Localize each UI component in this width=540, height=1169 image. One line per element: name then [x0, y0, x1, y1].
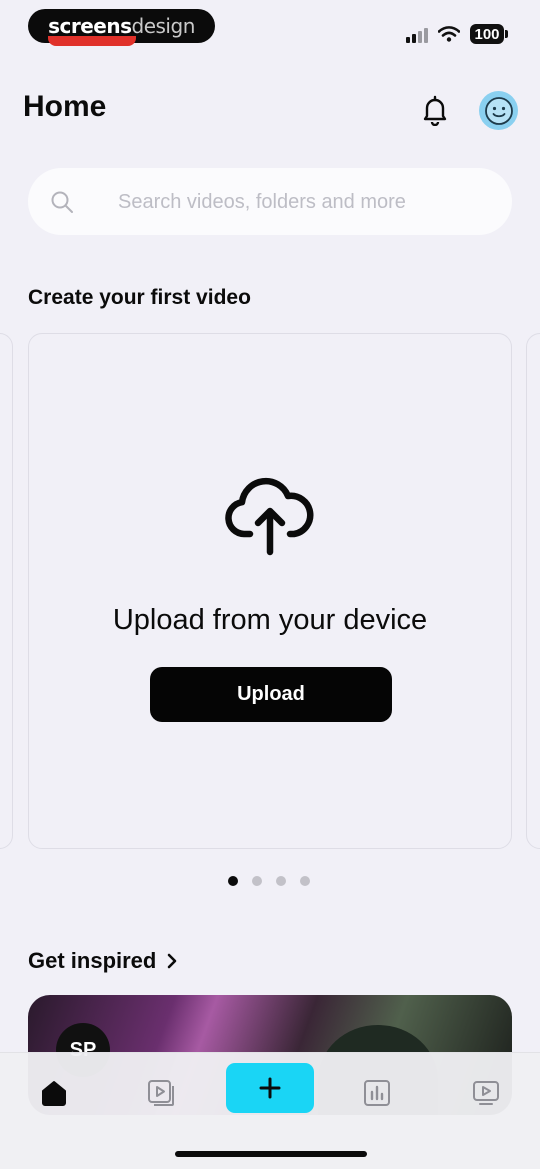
cloud-upload-icon — [225, 477, 314, 556]
carousel-card-previous[interactable] — [0, 333, 13, 849]
channel-icon — [473, 1081, 499, 1105]
carousel-card-next[interactable] — [526, 333, 540, 849]
tab-analytics[interactable] — [357, 1073, 397, 1113]
carousel-page-indicator[interactable] — [228, 876, 310, 886]
watermark-bold: screens — [48, 14, 132, 38]
cellular-signal-icon — [406, 25, 428, 43]
analytics-icon — [364, 1080, 390, 1106]
create-button[interactable] — [226, 1063, 314, 1113]
tab-videos[interactable] — [141, 1073, 181, 1113]
page-dot-1[interactable] — [228, 876, 238, 886]
bottom-tab-bar — [0, 1052, 540, 1169]
watermark-light: design — [131, 14, 196, 38]
battery-indicator: 100 — [470, 24, 508, 44]
wifi-icon — [438, 26, 460, 42]
create-plus-icon — [259, 1077, 281, 1099]
tab-channel[interactable] — [466, 1073, 506, 1113]
status-icons: 100 — [406, 24, 508, 44]
recording-indicator — [48, 36, 136, 46]
upload-card[interactable]: Upload from your device Upload — [28, 333, 512, 849]
chevron-right-icon — [168, 953, 177, 969]
user-avatar[interactable] — [479, 91, 518, 130]
get-inspired-link[interactable]: Get inspired — [28, 948, 178, 974]
get-inspired-heading: Get inspired — [28, 948, 157, 973]
page-title: Home — [23, 90, 107, 123]
home-indicator — [175, 1151, 367, 1157]
search-icon — [51, 191, 73, 213]
create-section-heading: Create your first video — [28, 286, 251, 309]
videos-icon — [148, 1080, 174, 1106]
notifications-bell-icon[interactable] — [420, 94, 450, 126]
tab-home[interactable] — [34, 1073, 74, 1113]
search-bar[interactable] — [28, 168, 512, 237]
search-input[interactable] — [116, 168, 500, 237]
smiley-face-icon — [484, 96, 513, 125]
page-dot-2[interactable] — [252, 876, 262, 886]
page-dot-4[interactable] — [300, 876, 310, 886]
home-icon — [42, 1081, 66, 1106]
page-dot-3[interactable] — [276, 876, 286, 886]
upload-button[interactable]: Upload — [150, 667, 392, 722]
upload-card-title: Upload from your device — [112, 604, 428, 636]
